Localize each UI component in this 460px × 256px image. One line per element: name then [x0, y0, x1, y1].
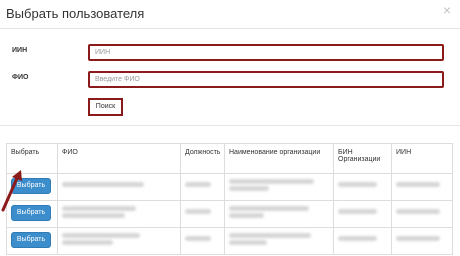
table-row: Выбрать — [6, 200, 453, 228]
redacted-bin — [338, 236, 378, 241]
divider — [0, 125, 460, 126]
redacted-bin — [338, 182, 378, 187]
table-row: Выбрать — [6, 173, 453, 201]
iin-input[interactable] — [88, 44, 444, 61]
redacted-fio — [62, 233, 140, 238]
column-header-bin: БИН Организации — [333, 143, 392, 174]
redacted-iin — [396, 209, 441, 214]
column-header-fio: ФИО — [57, 143, 181, 174]
redacted-iin — [396, 236, 441, 241]
iin-label: ИИН — [12, 47, 28, 54]
redacted-fio — [62, 240, 114, 245]
table-header-row: Выбрать ФИО Должность Наименование орган… — [6, 143, 453, 174]
redacted-position — [185, 236, 212, 241]
redacted-position — [185, 209, 212, 214]
redacted-bin — [338, 209, 378, 214]
redacted-fio — [62, 182, 145, 187]
column-header-organization: Наименование организации — [224, 143, 334, 174]
search-button[interactable]: Поиск — [88, 98, 123, 116]
fio-label: ФИО — [12, 74, 29, 81]
redacted-organization — [229, 186, 269, 191]
annotation-arrow-icon — [1, 170, 22, 212]
table-row: Выбрать — [6, 227, 453, 255]
fio-input[interactable] — [88, 71, 444, 88]
redacted-position — [185, 182, 212, 187]
redacted-organization — [229, 179, 314, 184]
dialog-title: Выбрать пользователя — [6, 6, 145, 21]
redacted-fio — [62, 213, 125, 218]
dialog-header: Выбрать пользователя × — [0, 0, 460, 29]
column-header-iin: ИИН — [391, 143, 453, 174]
redacted-organization — [229, 206, 309, 211]
close-icon[interactable]: × — [443, 3, 451, 17]
redacted-iin — [396, 182, 441, 187]
redacted-organization — [229, 240, 267, 245]
select-button[interactable]: Выбрать — [11, 232, 51, 248]
redacted-organization — [229, 233, 311, 238]
users-table: Выбрать ФИО Должность Наименование орган… — [6, 143, 453, 256]
redacted-organization — [229, 213, 264, 218]
column-header-position: Должность — [180, 143, 225, 174]
redacted-fio — [62, 206, 137, 211]
search-form: ИИН ФИО Поиск — [0, 30, 460, 125]
